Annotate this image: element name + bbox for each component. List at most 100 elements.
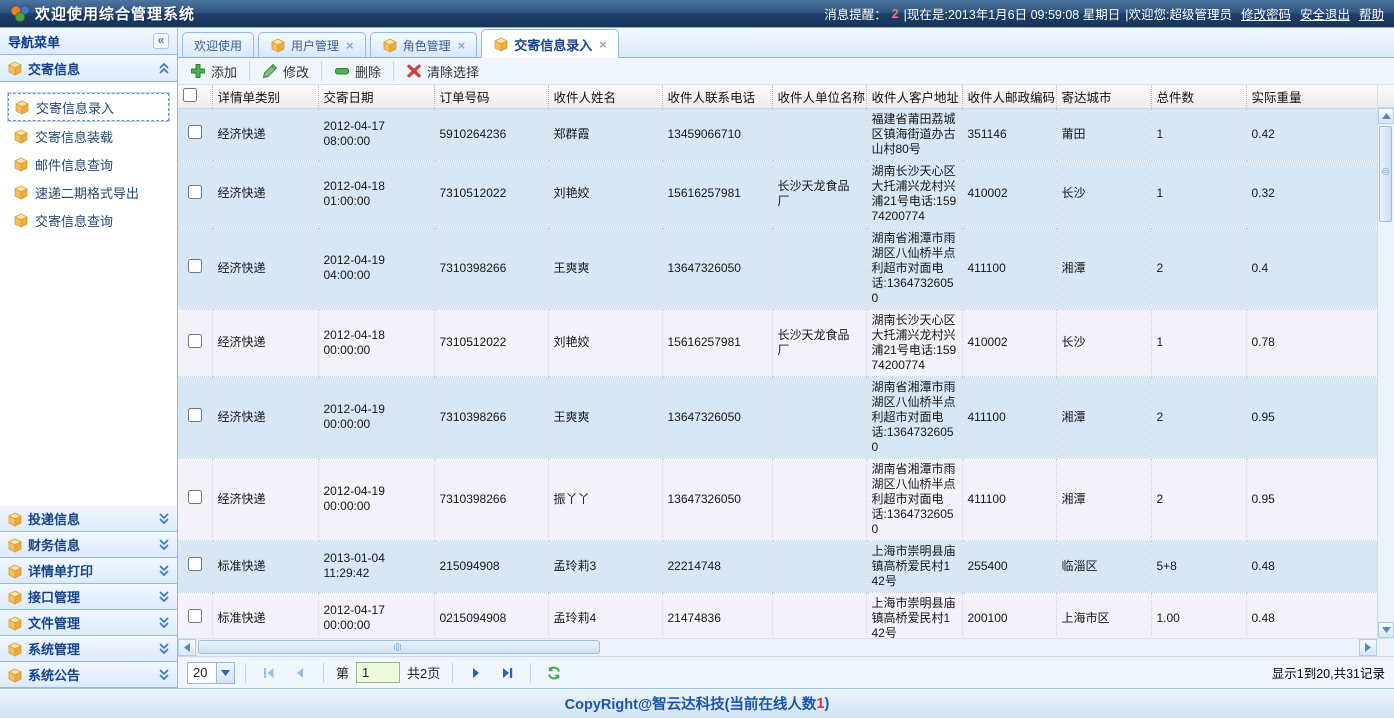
first-page-button[interactable] (256, 661, 282, 685)
table-row[interactable]: 经济快递2012-04-19 00:00:007310398266振丫丫1364… (178, 458, 1377, 540)
sidebar-item[interactable]: 交寄信息查询 (7, 206, 170, 234)
table-row[interactable]: 经济快递2012-04-18 01:00:007310512022刘艳姣1561… (178, 160, 1377, 227)
sidebar-section-header[interactable]: 接口管理 (0, 584, 177, 610)
refresh-button[interactable] (541, 661, 567, 685)
tab-item[interactable]: 角色管理× (370, 32, 478, 57)
help-link[interactable]: 帮助 (1359, 4, 1384, 23)
row-checkbox[interactable] (188, 334, 202, 348)
column-header[interactable]: 寄达城市 (1056, 85, 1151, 108)
chevron-double-down-icon[interactable] (158, 564, 170, 578)
delete-icon (334, 63, 350, 79)
table-row[interactable]: 经济快递2012-04-19 04:00:007310398266王爽爽1364… (178, 227, 1377, 309)
edit-button[interactable]: 修改 (255, 60, 316, 83)
table-row[interactable]: 标准快递2012-04-17 00:00:000215094908孟玲莉4214… (178, 592, 1377, 638)
table-row[interactable]: 经济快递2012-04-19 00:00:007310398266王爽爽1364… (178, 376, 1377, 458)
sidebar-section-header[interactable]: 系统公告 (0, 662, 177, 688)
table-row[interactable]: 经济快递2012-04-17 08:00:005910264236郑群霞1345… (178, 108, 1377, 160)
grid-cell: 2013-01-04 11:29:42 (318, 540, 434, 592)
scroll-left-button[interactable] (178, 639, 196, 656)
message-count-badge[interactable]: 2 (892, 7, 899, 21)
tab-item[interactable]: 欢迎使用 (182, 32, 254, 57)
sidebar-section-header[interactable]: 投递信息 (0, 506, 177, 532)
table-row[interactable]: 标准快递2013-01-04 11:29:42215094908孟玲莉32221… (178, 540, 1377, 592)
chevron-double-down-icon[interactable] (158, 616, 170, 630)
select-all-checkbox[interactable] (183, 88, 197, 102)
grid-cell: 5910264236 (434, 108, 548, 160)
table-row[interactable]: 经济快递2012-04-18 00:00:007310512022刘艳姣1561… (178, 309, 1377, 376)
column-header[interactable]: 收件人客户地址 (866, 85, 962, 108)
row-checkbox[interactable] (188, 185, 202, 199)
column-header[interactable]: 收件人单位名称 (772, 85, 866, 108)
change-password-link[interactable]: 修改密码 (1241, 4, 1291, 23)
row-checkbox[interactable] (188, 609, 202, 623)
scroll-down-button[interactable] (1378, 622, 1394, 638)
grid-cell: 200100 (962, 592, 1056, 638)
chevron-double-down-icon[interactable] (158, 668, 170, 682)
scroll-up-button[interactable] (1378, 108, 1394, 124)
tab-close-icon[interactable]: × (458, 38, 466, 53)
column-header[interactable]: 收件人联系电话 (662, 85, 772, 108)
grid-cell: 15616257981 (662, 309, 772, 376)
row-checkbox[interactable] (188, 490, 202, 504)
column-header[interactable]: 实际重量 (1246, 85, 1377, 108)
row-checkbox[interactable] (188, 125, 202, 139)
scroll-right-button[interactable] (1359, 639, 1377, 656)
sidebar-section-header[interactable]: 文件管理 (0, 610, 177, 636)
sidebar-section-header[interactable]: 详情单打印 (0, 558, 177, 584)
clear-selection-button[interactable]: 清除选择 (399, 60, 486, 83)
tab-item[interactable]: 交寄信息录入× (481, 29, 619, 58)
grid-cell: 标准快递 (212, 592, 318, 638)
column-header[interactable]: 总件数 (1151, 85, 1246, 108)
edit-icon (262, 63, 278, 79)
previous-page-button[interactable] (287, 661, 313, 685)
horizontal-scroll-thumb[interactable] (198, 640, 600, 654)
add-button[interactable]: 添加 (183, 60, 244, 83)
chevron-double-down-icon[interactable] (158, 538, 170, 552)
vertical-scroll-track[interactable] (1378, 124, 1394, 622)
tab-close-icon[interactable]: × (599, 37, 607, 52)
page-label-prefix: 第 (336, 663, 349, 682)
column-header[interactable]: 详情单类别 (212, 85, 318, 108)
sidebar-item[interactable]: 速递二期格式导出 (7, 178, 170, 206)
sidebar-section-label: 交寄信息 (28, 59, 80, 78)
chevron-double-down-icon[interactable] (158, 512, 170, 526)
column-header[interactable]: 收件人邮政编码 (962, 85, 1056, 108)
chevron-double-down-icon[interactable] (158, 642, 170, 656)
column-header[interactable]: 交寄日期 (318, 85, 434, 108)
delete-button[interactable]: 删除 (327, 60, 388, 83)
row-select-cell (178, 227, 212, 309)
horizontal-scroll-track[interactable] (196, 639, 1359, 656)
row-checkbox[interactable] (188, 557, 202, 571)
column-header[interactable]: 订单号码 (434, 85, 548, 108)
package-icon (7, 511, 23, 527)
last-page-button[interactable] (494, 661, 520, 685)
page-size-select[interactable]: 20 (187, 662, 235, 684)
tab-item[interactable]: 用户管理× (258, 32, 366, 57)
grid-toolbar: 添加修改删除清除选择 (178, 58, 1394, 85)
grid-cell: 411100 (962, 458, 1056, 540)
grid-cell: 2012-04-18 00:00:00 (318, 309, 434, 376)
chevron-double-down-icon[interactable] (158, 590, 170, 604)
sidebar-collapse-button[interactable]: « (153, 33, 169, 49)
sidebar-section-header[interactable]: 系统管理 (0, 636, 177, 662)
tab-close-icon[interactable]: × (346, 38, 354, 53)
logout-link[interactable]: 安全退出 (1300, 4, 1350, 23)
package-icon (7, 563, 23, 579)
pagination-bar: 20 第 共2页 显示1到20,共31记录 (178, 656, 1394, 688)
next-page-button[interactable] (463, 661, 489, 685)
sidebar-item[interactable]: 交寄信息装载 (7, 122, 170, 150)
grid-cell: 王爽爽 (548, 227, 662, 309)
vertical-scrollbar (1377, 85, 1394, 638)
sidebar-item[interactable]: 交寄信息录入 (7, 92, 170, 122)
row-checkbox[interactable] (188, 259, 202, 273)
sidebar-section-delivery-info[interactable]: 交寄信息 (0, 55, 177, 82)
row-checkbox[interactable] (188, 408, 202, 422)
vertical-scroll-thumb[interactable] (1379, 126, 1392, 222)
sidebar-item[interactable]: 邮件信息查询 (7, 150, 170, 178)
sidebar-section-header[interactable]: 财务信息 (0, 532, 177, 558)
chevron-down-icon[interactable] (216, 663, 234, 683)
page-number-input[interactable] (356, 662, 400, 683)
chevron-double-up-icon[interactable] (158, 61, 170, 75)
data-grid: 详情单类别交寄日期订单号码收件人姓名收件人联系电话收件人单位名称收件人客户地址收… (178, 85, 1394, 638)
column-header[interactable]: 收件人姓名 (548, 85, 662, 108)
